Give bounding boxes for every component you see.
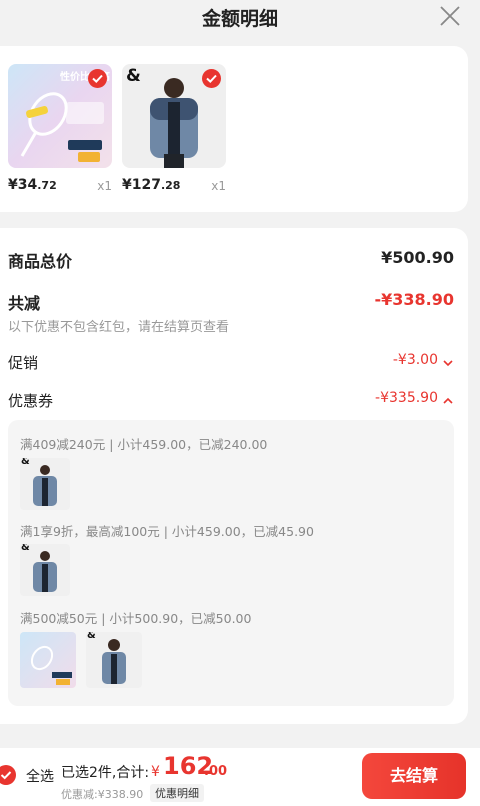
promo-value: -¥3.00	[392, 352, 438, 368]
checkout-bar: 全选 已选2件,合计: ¥ 162 .00 优惠减:¥338.90 优惠明细 去…	[0, 748, 480, 806]
total-reduction-value: -¥338.90	[374, 290, 454, 309]
coupon-detail-panel: 满409减240元 | 小计459.00，已减240.00 & 满1享9折，最高…	[8, 420, 454, 706]
coupon-label: 优惠券	[8, 392, 54, 410]
product-price: ¥34.72	[8, 177, 57, 193]
brand-logo: &	[126, 66, 141, 86]
coupon-rule: 满1享9折，最高减100元 | 小计459.00，已减45.90	[20, 524, 314, 539]
coupon-product-thumb: &	[86, 632, 142, 688]
discount-detail-button[interactable]: 优惠明细	[150, 784, 204, 802]
coupon-product-thumb	[20, 632, 76, 688]
discount-text: 优惠减:¥338.90	[61, 788, 144, 801]
product-card: 性价比超高 ¥34.72 x1 & ¥127.28 x1	[0, 46, 468, 212]
checkout-button[interactable]: 去结算	[362, 753, 466, 799]
brand-logo: &	[21, 458, 30, 467]
promo-row[interactable]: 促销 -¥3.00	[8, 352, 454, 374]
select-all-checkbox[interactable]	[0, 765, 16, 785]
total-currency: ¥	[151, 764, 160, 780]
goods-total-value: ¥500.90	[381, 248, 454, 267]
select-all-label[interactable]: 全选	[26, 766, 54, 786]
product-image-jacket: &	[122, 64, 226, 168]
modal-title: 金额明细	[201, 8, 278, 30]
brand-logo: &	[87, 632, 96, 641]
coupon-product-thumb: &	[20, 544, 70, 596]
close-icon[interactable]	[438, 4, 462, 28]
product-quantity: x1	[97, 179, 112, 193]
promo-label: 促销	[8, 354, 39, 372]
product-item[interactable]: & ¥127.28 x1	[122, 64, 226, 193]
coupon-rule: 满409减240元 | 小计459.00，已减240.00	[20, 437, 268, 452]
price-breakdown-card: 商品总价 ¥500.90 共减 -¥338.90 以下优惠不包含红包，请在结算页…	[0, 228, 468, 724]
goods-total-row: 商品总价 ¥500.90	[8, 248, 454, 271]
coupon-value: -¥335.90	[375, 390, 438, 406]
modal-header: 金额明细	[0, 0, 480, 36]
total-reduction-label: 共减	[8, 294, 41, 313]
chevron-up-icon[interactable]	[442, 392, 454, 411]
selected-check-icon[interactable]	[88, 69, 107, 88]
total-reduction-row: 共减 -¥338.90	[8, 290, 454, 313]
goods-total-label: 商品总价	[8, 252, 73, 271]
product-image-racket: 性价比超高	[8, 64, 112, 168]
reduction-note: 以下优惠不包含红包，请在结算页查看	[8, 320, 230, 335]
product-price: ¥127.28	[122, 177, 181, 193]
product-quantity: x1	[211, 179, 226, 193]
coupon-rule: 满500减50元 | 小计500.90，已减50.00	[20, 611, 252, 626]
total-amount-decimal: .00	[204, 764, 228, 779]
coupon-row[interactable]: 优惠券 -¥335.90	[8, 390, 454, 412]
coupon-product-thumb: &	[20, 458, 70, 510]
brand-logo: &	[21, 544, 30, 553]
selected-check-icon[interactable]	[202, 69, 221, 88]
product-item[interactable]: 性价比超高 ¥34.72 x1	[8, 64, 112, 193]
selected-summary: 已选2件,合计:	[61, 765, 150, 781]
chevron-down-icon[interactable]	[442, 354, 454, 373]
